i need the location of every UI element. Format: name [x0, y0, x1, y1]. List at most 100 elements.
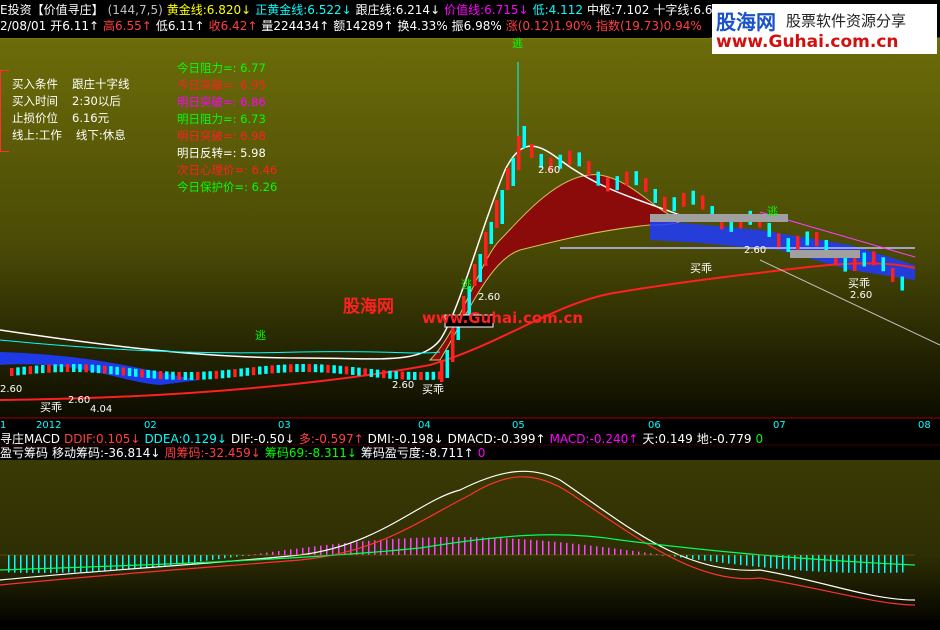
histogram-bar	[86, 555, 88, 572]
histogram-bar	[50, 555, 52, 573]
candle	[276, 364, 281, 373]
histogram-bar	[878, 555, 880, 573]
buy-info-value: 线下:休息	[75, 128, 126, 142]
histogram-bar	[872, 555, 874, 573]
candle	[517, 136, 521, 170]
histogram-bar	[584, 544, 586, 555]
level-mark: 2.60	[744, 245, 767, 256]
histogram-bar	[302, 547, 304, 555]
histogram-bar	[566, 542, 568, 555]
price-level-row: 今日阻力=: 6.77	[177, 61, 266, 75]
histogram-bar	[494, 537, 496, 555]
histogram-bar	[716, 555, 718, 563]
macd-field-0: 寻庄MACD	[0, 432, 60, 446]
chip-field-3: 筹码69:-8.311↓	[264, 446, 357, 460]
candle	[625, 171, 629, 186]
histogram-bar	[110, 555, 112, 571]
candle	[165, 371, 169, 380]
candle	[495, 200, 499, 228]
histogram-bar	[446, 537, 448, 555]
header-field-2: 黄金线:6.820↓	[166, 3, 252, 17]
candle	[862, 252, 866, 267]
quote-field-4: 收6.42↑	[208, 19, 258, 33]
chip-field-4: 筹码盈亏度:-8.711↑	[360, 446, 474, 460]
histogram-bar	[452, 537, 454, 555]
candle	[388, 370, 392, 379]
macd-field-7: MACD:-0.240↑	[549, 432, 639, 446]
histogram-bar	[776, 555, 778, 569]
candle	[103, 365, 107, 374]
candle	[615, 176, 619, 191]
histogram-bar	[758, 555, 760, 567]
histogram-bar	[698, 555, 700, 560]
histogram-bar	[398, 538, 400, 555]
candle	[72, 364, 76, 373]
time-axis-label: 2012	[36, 420, 62, 431]
candle	[900, 276, 904, 291]
histogram-bar	[290, 549, 292, 555]
histogram-bar	[626, 550, 628, 555]
chip-field-2: 周筹码:-32.459↓	[164, 446, 261, 460]
site-url-overlay: www.Guhai.com.cn	[422, 309, 584, 327]
histogram-bar	[98, 555, 100, 572]
candle	[843, 257, 847, 272]
candle	[10, 368, 14, 376]
histogram-bar	[746, 555, 748, 566]
buy-mark: 买乖	[422, 383, 444, 396]
histogram-bar	[818, 555, 820, 572]
candle	[140, 369, 144, 378]
histogram-bar	[806, 555, 808, 571]
quote-field-1: 开6.11↑	[50, 19, 100, 33]
candle	[220, 370, 225, 379]
histogram-bar	[830, 555, 832, 573]
time-axis-label: 04	[418, 420, 431, 431]
candle	[121, 367, 126, 376]
histogram-bar	[524, 539, 526, 555]
candle	[53, 364, 57, 373]
candle	[653, 188, 657, 203]
candle	[394, 371, 398, 380]
histogram-bar	[764, 555, 766, 568]
candle	[233, 369, 237, 378]
histogram-bar	[734, 555, 736, 565]
candle	[177, 371, 181, 380]
histogram-bar	[530, 539, 532, 555]
histogram-bar	[32, 555, 34, 573]
candle	[815, 232, 819, 247]
histogram-bar	[902, 555, 904, 573]
histogram-bar	[506, 538, 508, 555]
price-level-row: 明日突破=: 6.98	[177, 129, 266, 143]
histogram-bar	[80, 555, 82, 573]
candle	[500, 190, 504, 224]
candle	[473, 264, 477, 286]
histogram-bar	[440, 537, 442, 555]
histogram-bar	[572, 543, 574, 555]
candle	[146, 370, 150, 379]
histogram-bar	[824, 555, 826, 572]
histogram-bar	[392, 539, 394, 555]
histogram-bar	[92, 555, 94, 572]
chip-field-0: 盈亏筹码	[0, 446, 49, 460]
candle	[245, 367, 250, 376]
panel-border	[0, 70, 9, 152]
candle	[289, 364, 293, 373]
candle	[196, 371, 200, 380]
histogram-bar	[410, 538, 412, 555]
candle	[282, 364, 287, 373]
watermark-url: www.Guhai.com.cn	[716, 32, 899, 52]
indicator-row-macd: 寻庄MACD DDIF:0.105↓ DDEA:0.129↓ DIF:-0.50↓ 多:…	[0, 432, 767, 446]
macd-field-9: 地:-0.779	[696, 432, 752, 446]
buy-info-row: 线上:工作 线下:休息	[12, 127, 130, 143]
header-field-1: (144,7,5)	[107, 3, 163, 17]
histogram-bar	[812, 555, 814, 572]
histogram-bar	[68, 555, 70, 573]
histogram-bar	[44, 555, 46, 573]
histogram-bar	[638, 551, 640, 555]
histogram-bar	[26, 555, 28, 573]
histogram-bar	[350, 542, 352, 555]
candle	[587, 160, 591, 175]
candle	[672, 197, 676, 212]
time-axis-label: 06	[648, 420, 661, 431]
buy-info-row: 止损价位 6.16元	[12, 110, 113, 126]
histogram-bar	[104, 555, 106, 571]
